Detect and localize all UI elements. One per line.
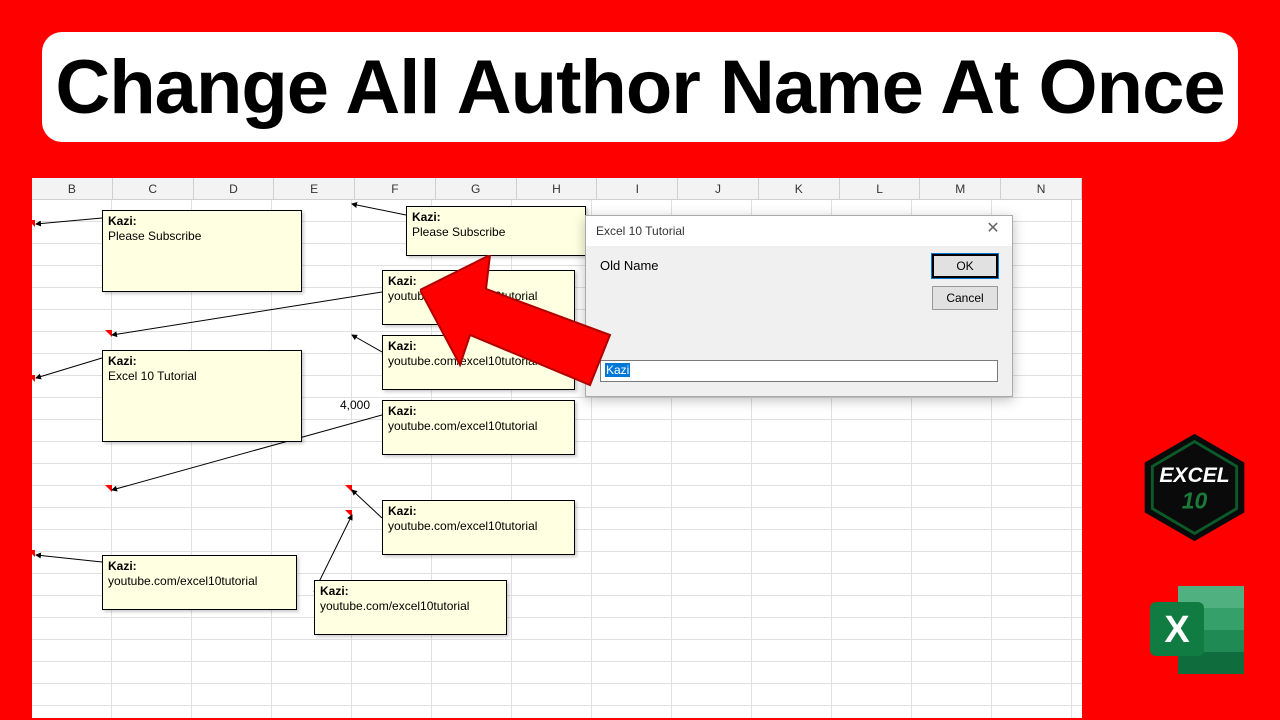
comment-author: Kazi: xyxy=(412,210,580,225)
comment-author: Kazi: xyxy=(108,559,291,574)
svg-text:X: X xyxy=(1164,609,1190,651)
input-selected-text: Kazi xyxy=(605,363,630,377)
excel-app-icon: X xyxy=(1144,576,1252,684)
comment-indicator-icon xyxy=(105,330,112,337)
comment-body: Please Subscribe xyxy=(412,225,580,240)
col-header[interactable]: N xyxy=(1001,178,1082,199)
col-header[interactable]: I xyxy=(597,178,678,199)
comment-body: youtube.com/excel10tutorial xyxy=(388,519,569,534)
close-icon[interactable]: ✕ xyxy=(984,222,1002,240)
col-header[interactable]: J xyxy=(678,178,759,199)
comment-author: Kazi: xyxy=(108,354,296,369)
col-header[interactable]: H xyxy=(517,178,598,199)
comment-box[interactable]: Kazi: youtube.com/excel10tutorial xyxy=(382,500,575,555)
comment-box[interactable]: Kazi: youtube.com/excel10tutorial xyxy=(382,400,575,455)
comment-body: youtube.com/excel10tutorial xyxy=(388,354,569,369)
col-header[interactable]: F xyxy=(355,178,436,199)
col-header[interactable]: G xyxy=(436,178,517,199)
comment-body: youtube.com/excel10tutorial xyxy=(388,289,569,304)
svg-text:10: 10 xyxy=(1182,488,1208,514)
comment-box[interactable]: Kazi: youtube.com/excel10tutorial xyxy=(314,580,507,635)
col-header[interactable]: C xyxy=(113,178,194,199)
comment-indicator-icon xyxy=(32,220,35,227)
inputbox-dialog: Excel 10 Tutorial ✕ Old Name OK Cancel K… xyxy=(585,215,1013,397)
col-header[interactable]: D xyxy=(194,178,275,199)
comment-body: Excel 10 Tutorial xyxy=(108,369,296,384)
comment-box[interactable]: Kazi: youtube.com/excel10tutorial xyxy=(382,335,575,390)
svg-text:EXCEL: EXCEL xyxy=(1159,464,1229,487)
comment-body: youtube.com/excel10tutorial xyxy=(108,574,291,589)
column-headers-row: B C D E F G H I J K L M N xyxy=(32,178,1082,200)
comment-author: Kazi: xyxy=(388,504,569,519)
comment-box[interactable]: Kazi: Excel 10 Tutorial xyxy=(102,350,302,442)
cell-value[interactable]: 4,000 xyxy=(310,398,370,412)
comment-body: youtube.com/excel10tutorial xyxy=(388,419,569,434)
cancel-button[interactable]: Cancel xyxy=(932,286,998,310)
dialog-titlebar: Excel 10 Tutorial ✕ xyxy=(586,216,1012,246)
col-header[interactable]: B xyxy=(32,178,113,199)
dialog-body: Old Name OK Cancel Kazi xyxy=(586,246,1012,396)
comment-indicator-icon xyxy=(345,485,352,492)
col-header[interactable]: K xyxy=(759,178,840,199)
page-title: Change All Author Name At Once xyxy=(55,44,1224,131)
comment-box[interactable]: Kazi: Please Subscribe xyxy=(102,210,302,292)
col-header[interactable]: M xyxy=(920,178,1001,199)
comment-author: Kazi: xyxy=(320,584,501,599)
comment-author: Kazi: xyxy=(108,214,296,229)
excel-10-badge-icon: EXCEL 10 xyxy=(1137,430,1252,545)
comment-indicator-icon xyxy=(32,375,35,382)
comment-indicator-icon xyxy=(32,550,35,557)
comment-author: Kazi: xyxy=(388,404,569,419)
comment-author: Kazi: xyxy=(388,274,569,289)
dialog-title-text: Excel 10 Tutorial xyxy=(596,224,685,238)
comment-box[interactable]: Kazi: youtube.com/excel10tutorial xyxy=(102,555,297,610)
col-header[interactable]: E xyxy=(274,178,355,199)
ok-button[interactable]: OK xyxy=(932,254,998,278)
title-banner: Change All Author Name At Once xyxy=(42,32,1238,142)
old-name-input[interactable]: Kazi xyxy=(600,360,998,382)
comment-body: Please Subscribe xyxy=(108,229,296,244)
comment-author: Kazi: xyxy=(388,339,569,354)
comment-indicator-icon xyxy=(105,485,112,492)
comment-indicator-icon xyxy=(345,510,352,517)
comment-box[interactable]: Kazi: Please Subscribe xyxy=(406,206,586,256)
comment-box[interactable]: Kazi: youtube.com/excel10tutorial xyxy=(382,270,575,325)
col-header[interactable]: L xyxy=(840,178,921,199)
comment-body: youtube.com/excel10tutorial xyxy=(320,599,501,614)
